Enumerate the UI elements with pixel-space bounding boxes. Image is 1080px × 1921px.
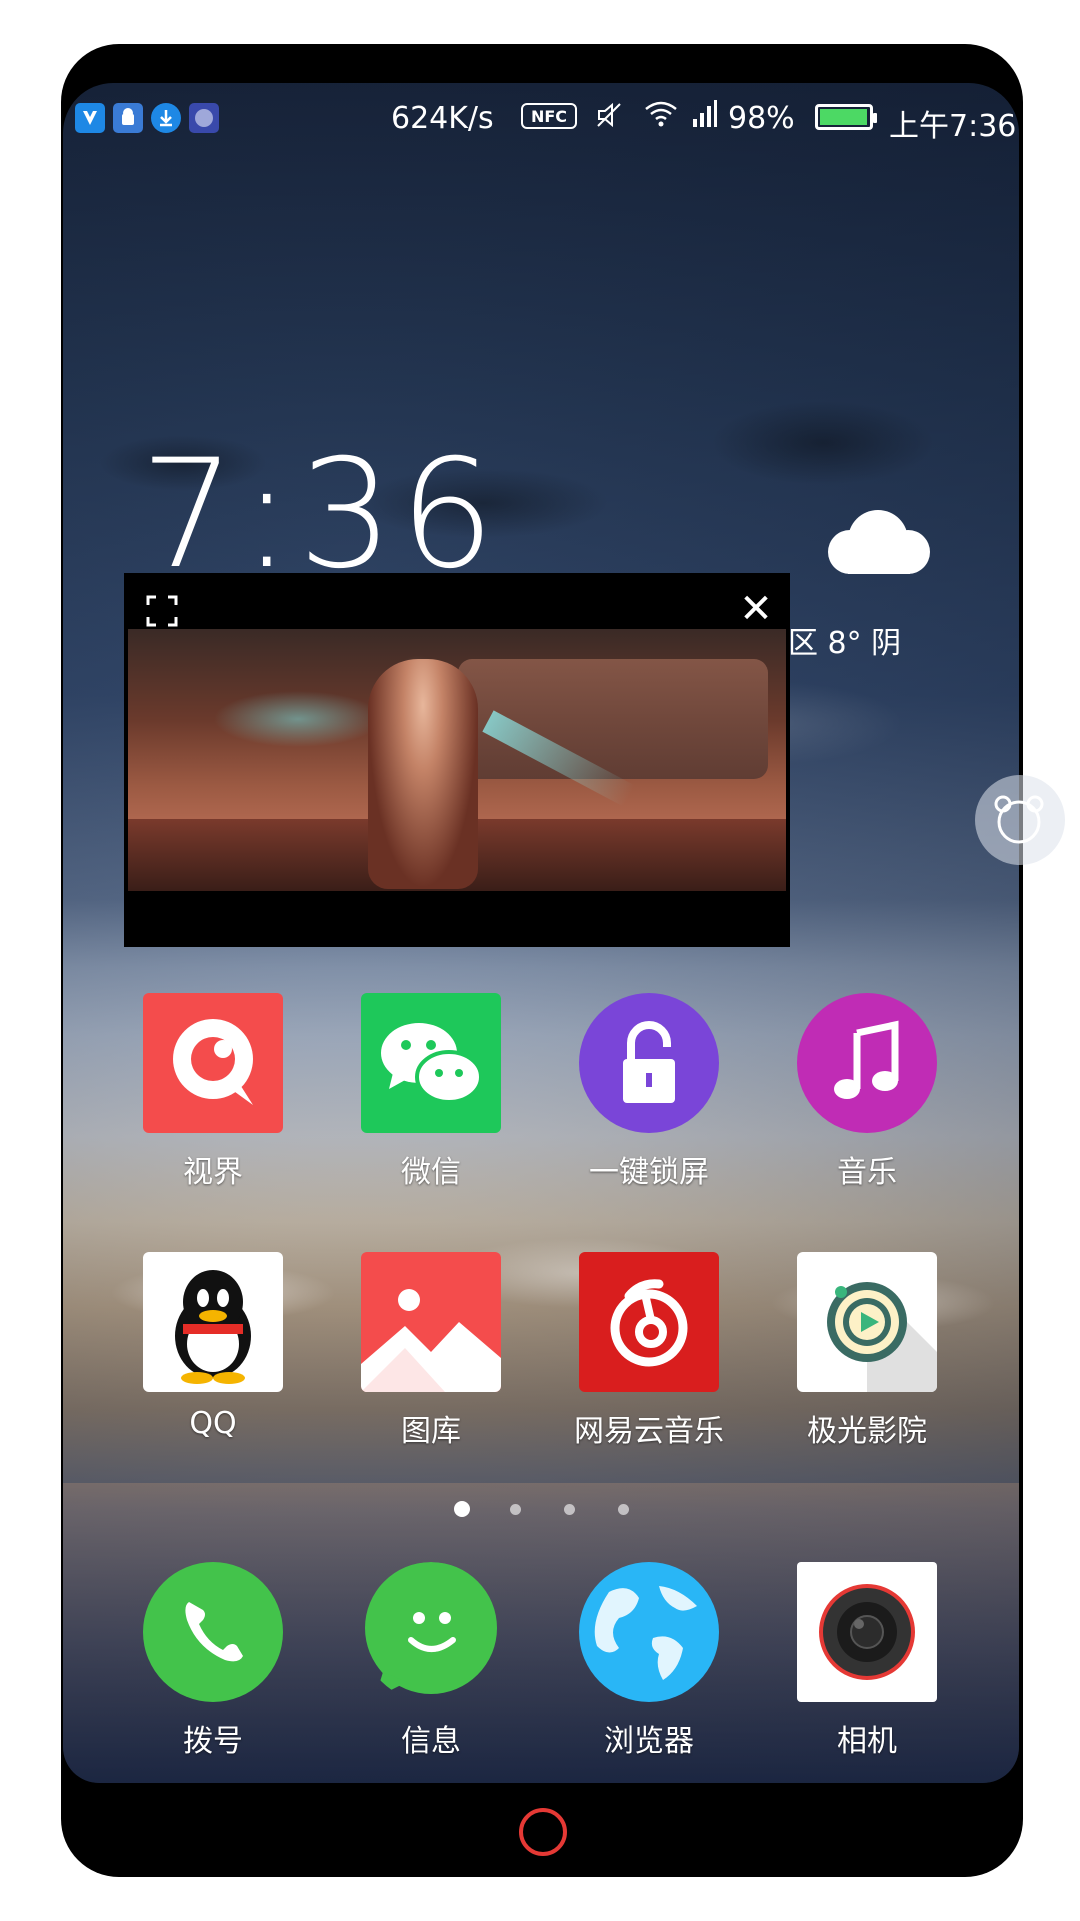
dock-browser[interactable]: 浏览器 (559, 1562, 739, 1760)
download-icon (151, 103, 181, 133)
app-label: 浏览器 (604, 1724, 694, 1759)
network-speed: 624K/s (391, 101, 494, 136)
shijie-icon (143, 993, 283, 1133)
phone-icon (143, 1562, 283, 1702)
dock-messages[interactable]: 信息 (341, 1562, 521, 1760)
page-dot[interactable] (564, 1504, 575, 1515)
globe-icon (579, 1562, 719, 1702)
battery-icon (815, 104, 877, 130)
cloudy-icon (828, 510, 930, 574)
app-gallery[interactable]: 图库 (341, 1252, 521, 1450)
jiguang-cinema-icon (797, 1252, 937, 1392)
app-label: 视界 (183, 1155, 243, 1190)
app-label: 微信 (401, 1155, 461, 1190)
shield-icon (75, 103, 105, 133)
status-time: 上午7:36 (889, 109, 1017, 144)
page-dot[interactable] (618, 1504, 629, 1515)
mute-icon (593, 99, 625, 139)
video-frame[interactable] (128, 629, 786, 891)
app-ball-icon (189, 103, 219, 133)
app-wechat[interactable]: 微信 (341, 993, 521, 1191)
page-dot-active[interactable] (454, 1501, 470, 1517)
app-label: 极光影院 (807, 1414, 927, 1449)
app-music[interactable]: 音乐 (777, 993, 957, 1191)
app-shijie[interactable]: 视界 (123, 993, 303, 1191)
dock-phone[interactable]: 拨号 (123, 1562, 303, 1760)
app-label: 网易云音乐 (574, 1414, 724, 1449)
music-icon (797, 993, 937, 1133)
video-scene-astronaut (368, 659, 478, 889)
status-bar: 624K/s NFC 98% 上午7:36 (63, 83, 1019, 153)
app-label: 信息 (401, 1724, 461, 1759)
lock-icon (579, 993, 719, 1133)
battery-percent: 98% (728, 101, 795, 136)
app-label: 拨号 (183, 1724, 243, 1759)
wifi-icon (643, 97, 679, 139)
gallery-icon (361, 1252, 501, 1392)
clock-widget-time[interactable]: 7:36 (140, 440, 501, 590)
app-label: 一键锁屏 (589, 1155, 709, 1190)
camera-icon (797, 1562, 937, 1702)
fullscreen-icon[interactable] (146, 595, 178, 627)
page-dot[interactable] (510, 1504, 521, 1515)
close-icon[interactable]: ✕ (738, 589, 774, 629)
app-label: 音乐 (837, 1155, 897, 1190)
message-icon (361, 1562, 501, 1702)
android-icon (113, 103, 143, 133)
home-button[interactable] (519, 1808, 567, 1856)
app-label: 图库 (401, 1414, 461, 1449)
netease-music-icon (579, 1252, 719, 1392)
app-lock-screen[interactable]: 一键锁屏 (559, 993, 739, 1191)
app-label: QQ (189, 1406, 237, 1441)
dock-camera[interactable]: 相机 (777, 1562, 957, 1760)
wechat-icon (361, 993, 501, 1133)
floating-video-window[interactable]: ✕ (124, 573, 790, 947)
app-label: 相机 (837, 1724, 897, 1759)
app-jiguang-cinema[interactable]: 极光影院 (777, 1252, 957, 1450)
floating-assistant-icon[interactable] (975, 775, 1065, 865)
qq-icon (143, 1252, 283, 1392)
app-netease-music[interactable]: 网易云音乐 (559, 1252, 739, 1450)
page-indicator[interactable] (450, 1500, 650, 1520)
app-qq[interactable]: QQ (123, 1252, 303, 1441)
nfc-badge: NFC (521, 103, 577, 129)
signal-icon (691, 97, 717, 137)
